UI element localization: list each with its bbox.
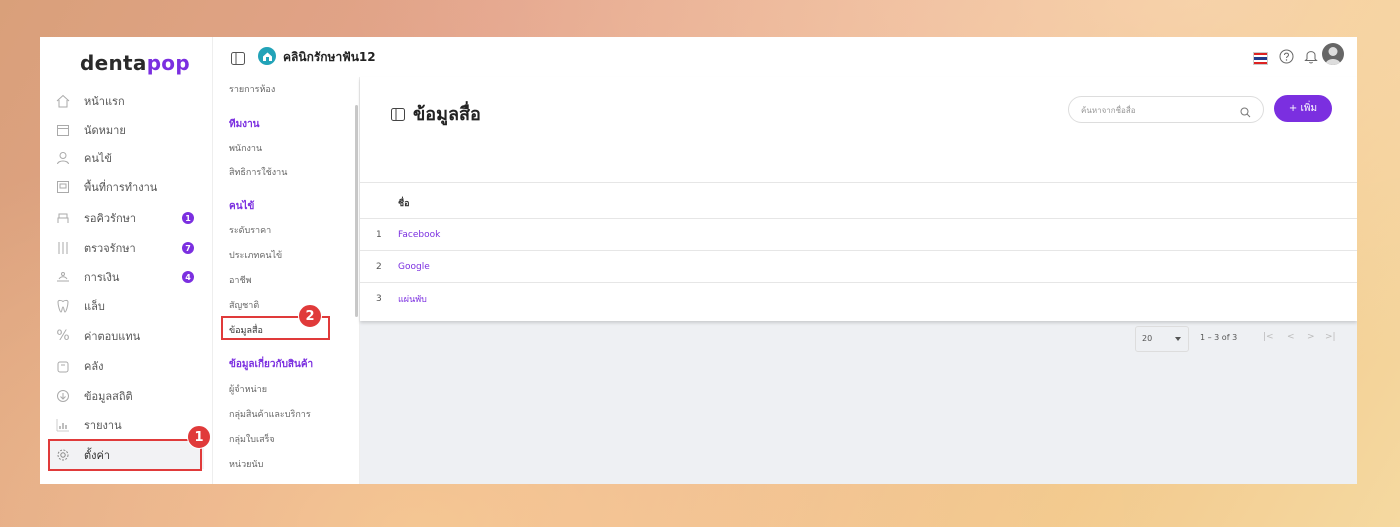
page-panel-icon <box>391 106 405 125</box>
row-number: 3 <box>376 294 382 304</box>
table-row[interactable]: 2 Google <box>360 250 1357 283</box>
submenu-section-patient: คนไข้ <box>229 201 255 212</box>
sidebar-item-label: การเงิน <box>84 271 120 284</box>
sidebar-item-label: คนไข้ <box>84 152 112 165</box>
sidebar-item-commission[interactable]: % ค่าตอบแทน <box>48 322 204 350</box>
submenu-item-units[interactable]: หน่วยนับ <box>229 457 263 471</box>
table-row[interactable]: 3 แผ่นพับ <box>360 282 1357 315</box>
add-button[interactable]: + เพิ่ม <box>1274 95 1332 122</box>
sidebar-toggle-icon[interactable] <box>231 50 245 69</box>
column-header-name[interactable]: ชื่อ <box>398 196 410 210</box>
app-window: dentapop หน้าแรก นัดหมาย คนไข้ พื้นที่กา… <box>40 37 1357 484</box>
logo-accent-text: pop <box>146 51 190 75</box>
workspace-icon <box>54 179 72 195</box>
bell-icon[interactable] <box>1304 49 1318 68</box>
row-name[interactable]: Google <box>398 262 430 272</box>
row-number: 2 <box>376 262 382 272</box>
logo: dentapop <box>80 51 190 75</box>
pagination-range: 1 – 3 of 3 <box>1200 333 1238 342</box>
table-row[interactable]: 1 Facebook <box>360 218 1357 251</box>
sidebar-item-appointments[interactable]: นัดหมาย <box>48 116 204 144</box>
submenu-section-team: ทีมงาน <box>229 119 260 130</box>
finance-count-badge: 4 <box>182 271 194 283</box>
sidebar-item-statistics[interactable]: ข้อมูลสถิติ <box>48 382 204 410</box>
next-page-icon[interactable]: > <box>1307 332 1315 342</box>
page-size-select[interactable]: 20 <box>1135 326 1189 352</box>
callout-box-settings <box>48 439 202 471</box>
submenu-item-permissions[interactable]: สิทธิการใช้งาน <box>229 165 287 179</box>
submenu-item-patient-type[interactable]: ประเภทคนไข้ <box>229 248 282 262</box>
submenu-item-rooms[interactable]: รายการห้อง <box>229 82 275 96</box>
submenu-item-receipt-groups[interactable]: กลุ่มใบเสร็จ <box>229 432 275 446</box>
sidebar-item-finance[interactable]: การเงิน 4 <box>48 263 204 291</box>
sidebar-item-lab[interactable]: แล็บ <box>48 292 204 320</box>
sidebar-item-queue[interactable]: รอคิวรักษา 1 <box>48 204 204 232</box>
sidebar-item-label: ข้อมูลสถิติ <box>84 390 133 403</box>
search-placeholder: ค้นหาจากชื่อสื่อ <box>1081 106 1136 115</box>
search-input[interactable]: ค้นหาจากชื่อสื่อ <box>1068 96 1264 123</box>
sidebar-item-label: ค่าตอบแทน <box>84 330 141 343</box>
tools-icon <box>54 240 72 256</box>
user-icon <box>54 150 72 166</box>
settings-submenu: รายการห้อง ทีมงาน พนักงาน สิทธิการใช้งาน… <box>213 77 360 484</box>
queue-count-badge: 1 <box>182 212 194 224</box>
main-content: ข้อมูลสื่อ ค้นหาจากชื่อสื่อ + เพิ่ม ชื่อ… <box>360 77 1357 484</box>
search-icon <box>1240 103 1251 122</box>
help-icon[interactable] <box>1279 49 1294 68</box>
last-page-icon[interactable]: >| <box>1325 332 1336 342</box>
prev-page-icon[interactable]: < <box>1287 332 1295 342</box>
sidebar-item-label: รายงาน <box>84 419 122 432</box>
submenu-item-product-groups[interactable]: กลุ่มสินค้าและบริการ <box>229 407 311 421</box>
sidebar-item-label: หน้าแรก <box>84 95 125 108</box>
thai-flag-icon[interactable] <box>1253 52 1268 65</box>
sidebar-item-home[interactable]: หน้าแรก <box>48 87 204 115</box>
clinic-home-icon <box>258 47 276 65</box>
sidebar-item-workspace[interactable]: พื้นที่การทำงาน <box>48 173 204 201</box>
sidebar: dentapop หน้าแรก นัดหมาย คนไข้ พื้นที่กา… <box>40 37 213 484</box>
submenu-item-staff[interactable]: พนักงาน <box>229 141 262 155</box>
sidebar-item-inventory[interactable]: คลัง <box>48 352 204 380</box>
page-title: ข้อมูลสื่อ <box>413 104 481 125</box>
sidebar-item-label: รอคิวรักษา <box>84 212 137 225</box>
money-icon <box>54 269 72 285</box>
page-size-value: 20 <box>1142 334 1153 343</box>
sidebar-item-label: คลัง <box>84 360 104 373</box>
callout-number-1: 1 <box>187 425 211 449</box>
percent-icon: % <box>56 328 70 344</box>
calendar-icon <box>54 122 72 138</box>
submenu-item-occupation[interactable]: อาชีพ <box>229 273 252 287</box>
tooth-icon <box>54 298 72 314</box>
row-name[interactable]: Facebook <box>398 230 440 240</box>
download-icon <box>54 388 72 404</box>
top-bar: คลินิกรักษาฟัน12 <box>213 37 1357 78</box>
sidebar-item-treatment[interactable]: ตรวจรักษา 7 <box>48 234 204 262</box>
sidebar-item-label: ตรวจรักษา <box>84 242 136 255</box>
submenu-item-suppliers[interactable]: ผู้จำหน่าย <box>229 382 267 396</box>
sidebar-item-label: นัดหมาย <box>84 124 126 137</box>
row-number: 1 <box>376 230 382 240</box>
avatar[interactable] <box>1322 43 1344 65</box>
logo-text: denta <box>80 51 147 75</box>
submenu-section-product: ข้อมูลเกี่ยวกับสินค้า <box>229 359 314 370</box>
clinic-name[interactable]: คลินิกรักษาฟัน12 <box>283 48 376 67</box>
chart-icon <box>54 417 72 433</box>
treatment-count-badge: 7 <box>182 242 194 254</box>
submenu-item-nationality[interactable]: สัญชาติ <box>229 298 259 312</box>
callout-number-2: 2 <box>298 304 322 328</box>
box-icon <box>54 358 72 374</box>
home-icon <box>54 93 72 109</box>
table-header: ชื่อ <box>360 182 1357 219</box>
media-card: ข้อมูลสื่อ ค้นหาจากชื่อสื่อ + เพิ่ม ชื่อ… <box>360 77 1357 352</box>
sidebar-item-label: แล็บ <box>84 300 105 313</box>
submenu-item-price-level[interactable]: ระดับราคา <box>229 223 271 237</box>
submenu-scrollbar[interactable] <box>355 105 358 317</box>
sidebar-item-label: พื้นที่การทำงาน <box>84 181 158 194</box>
chair-icon <box>54 210 72 226</box>
sidebar-item-reports[interactable]: รายงาน <box>48 411 204 439</box>
first-page-icon[interactable]: |< <box>1263 332 1274 342</box>
sidebar-item-patients[interactable]: คนไข้ <box>48 144 204 172</box>
chevron-down-icon <box>1175 337 1181 341</box>
row-name[interactable]: แผ่นพับ <box>398 292 427 306</box>
